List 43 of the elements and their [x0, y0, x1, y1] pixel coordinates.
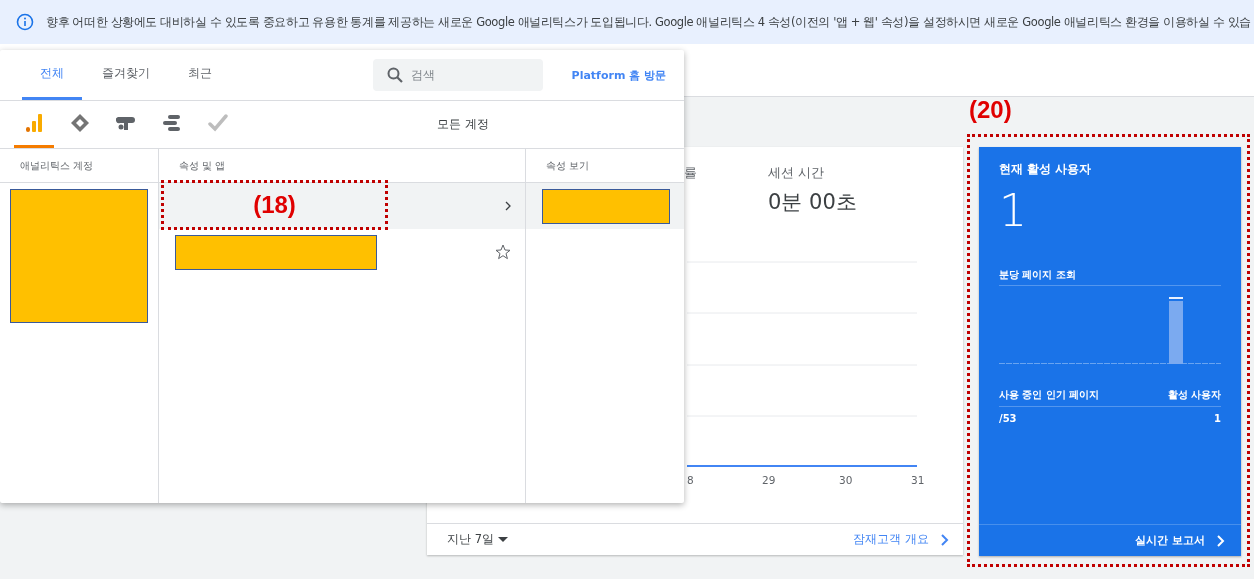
- metric-label: 세션 시간: [768, 164, 826, 182]
- bars-icon: [162, 114, 182, 132]
- annotation-label: (20): [969, 96, 1012, 124]
- list-row[interactable]: [526, 183, 684, 229]
- column-header: 애널리틱스 계정: [20, 158, 94, 173]
- active-users-count: 1: [999, 186, 1028, 236]
- chevron-icon: [1217, 534, 1225, 547]
- realtime-report-link[interactable]: 실시간 보고서: [1135, 533, 1225, 548]
- column-header: 사용 중인 인기 페이지: [999, 388, 1100, 402]
- date-range-dropdown[interactable]: 지난 7일: [447, 532, 508, 547]
- overview-link[interactable]: 잠재고객 개요: [853, 532, 949, 547]
- platform-link[interactable]: Platform 홈 방문: [571, 67, 666, 83]
- caret-icon: [498, 536, 508, 543]
- search-field[interactable]: 검색: [373, 59, 543, 91]
- check-icon: [208, 114, 228, 132]
- scope-label: 모든 계정: [437, 116, 489, 133]
- info-icon: [16, 13, 34, 31]
- banner-message: 향후 어떠한 상황에도 대비하실 수 있도록 중요하고 유용한 통계를 제공하는 새로운 Google 애널리틱스가 도입됩니다. Google 애널리틱스 4 속성(이전의 '앱 + 웹' 속성)을 설정하시면 새로운 Google 애널리틱스 환경을 이용하실 수 있습: [46, 14, 1251, 30]
- annotation-label: (18): [253, 191, 296, 219]
- column-header: 활성 사용자: [1167, 388, 1221, 402]
- table-cell: /53: [999, 413, 1017, 424]
- star-icon[interactable]: [495, 244, 511, 260]
- diamond-icon: [70, 113, 90, 133]
- search-icon: [387, 67, 403, 83]
- axis-label: 8: [687, 474, 695, 486]
- bar-chart-icon: [25, 113, 43, 133]
- metric-value: 0분 00초: [768, 189, 857, 216]
- axis-label: 30: [839, 474, 854, 486]
- list-row[interactable]: [159, 183, 525, 229]
- metric-label: 률: [684, 164, 698, 182]
- chart-title: 분당 페이지 조회: [999, 268, 1221, 286]
- axis-label: 29: [762, 474, 777, 486]
- tab[interactable]: 즐겨찾기: [96, 50, 156, 100]
- optimize-icon: [116, 114, 136, 132]
- tab[interactable]: 최근: [170, 50, 230, 100]
- column-header: 속성 보기: [546, 158, 590, 173]
- axis-label: 31: [911, 474, 926, 486]
- card-title: 현재 활성 사용자: [999, 161, 1093, 178]
- chevron-icon: [505, 201, 511, 211]
- table-cell: 1: [1214, 413, 1221, 424]
- chevron-icon: [941, 533, 949, 546]
- column-header: 속성 및 앱: [179, 158, 226, 173]
- tab[interactable]: 전체: [22, 50, 82, 100]
